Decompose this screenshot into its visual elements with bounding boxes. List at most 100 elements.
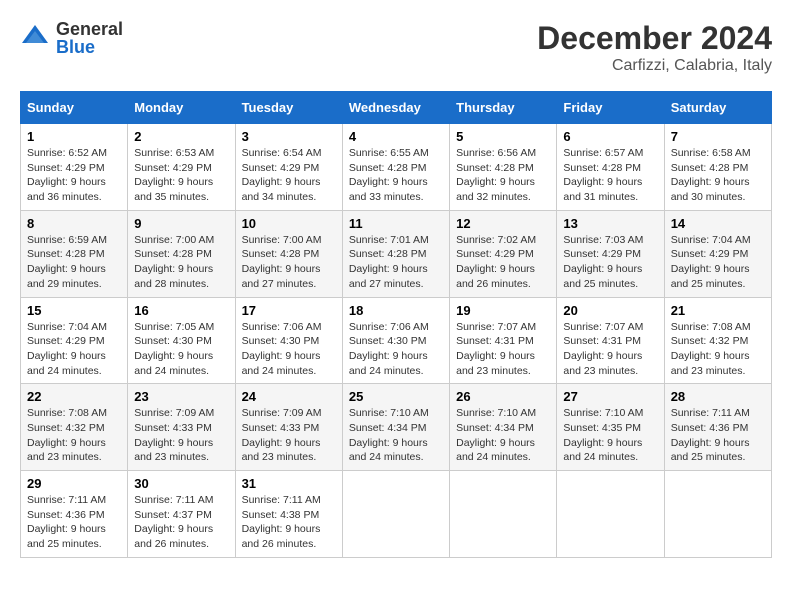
day-info: Sunrise: 7:04 AMSunset: 4:29 PMDaylight:… <box>27 321 107 377</box>
day-info: Sunrise: 7:08 AMSunset: 4:32 PMDaylight:… <box>27 407 107 463</box>
calendar-cell: 27 Sunrise: 7:10 AMSunset: 4:35 PMDaylig… <box>557 384 664 471</box>
calendar-cell: 18 Sunrise: 7:06 AMSunset: 4:30 PMDaylig… <box>342 297 449 384</box>
calendar-cell: 30 Sunrise: 7:11 AMSunset: 4:37 PMDaylig… <box>128 471 235 558</box>
calendar-cell: 2 Sunrise: 6:53 AMSunset: 4:29 PMDayligh… <box>128 124 235 211</box>
day-number: 22 <box>27 389 121 404</box>
calendar-header-row: SundayMondayTuesdayWednesdayThursdayFrid… <box>21 92 772 124</box>
weekday-header-wednesday: Wednesday <box>342 92 449 124</box>
day-number: 16 <box>134 303 228 318</box>
day-info: Sunrise: 6:54 AMSunset: 4:29 PMDaylight:… <box>242 147 322 203</box>
day-number: 13 <box>563 216 657 231</box>
day-number: 8 <box>27 216 121 231</box>
day-info: Sunrise: 7:11 AMSunset: 4:37 PMDaylight:… <box>134 494 213 550</box>
day-info: Sunrise: 6:53 AMSunset: 4:29 PMDaylight:… <box>134 147 214 203</box>
calendar-week-row: 29 Sunrise: 7:11 AMSunset: 4:36 PMDaylig… <box>21 471 772 558</box>
calendar-table: SundayMondayTuesdayWednesdayThursdayFrid… <box>20 91 772 558</box>
calendar-cell: 29 Sunrise: 7:11 AMSunset: 4:36 PMDaylig… <box>21 471 128 558</box>
calendar-cell <box>450 471 557 558</box>
calendar-cell: 8 Sunrise: 6:59 AMSunset: 4:28 PMDayligh… <box>21 210 128 297</box>
calendar-cell: 13 Sunrise: 7:03 AMSunset: 4:29 PMDaylig… <box>557 210 664 297</box>
calendar-cell: 3 Sunrise: 6:54 AMSunset: 4:29 PMDayligh… <box>235 124 342 211</box>
calendar-cell: 19 Sunrise: 7:07 AMSunset: 4:31 PMDaylig… <box>450 297 557 384</box>
header: General Blue December 2024 Carfizzi, Cal… <box>20 20 772 75</box>
calendar-cell: 1 Sunrise: 6:52 AMSunset: 4:29 PMDayligh… <box>21 124 128 211</box>
weekday-header-friday: Friday <box>557 92 664 124</box>
day-info: Sunrise: 7:11 AMSunset: 4:38 PMDaylight:… <box>242 494 321 550</box>
calendar-cell: 7 Sunrise: 6:58 AMSunset: 4:28 PMDayligh… <box>664 124 771 211</box>
day-info: Sunrise: 7:01 AMSunset: 4:28 PMDaylight:… <box>349 234 429 290</box>
calendar-cell: 12 Sunrise: 7:02 AMSunset: 4:29 PMDaylig… <box>450 210 557 297</box>
month-title: December 2024 <box>537 20 772 57</box>
calendar-cell <box>342 471 449 558</box>
day-info: Sunrise: 7:09 AMSunset: 4:33 PMDaylight:… <box>134 407 214 463</box>
calendar-cell: 6 Sunrise: 6:57 AMSunset: 4:28 PMDayligh… <box>557 124 664 211</box>
logo: General Blue <box>20 20 123 56</box>
day-info: Sunrise: 7:10 AMSunset: 4:34 PMDaylight:… <box>349 407 429 463</box>
location-subtitle: Carfizzi, Calabria, Italy <box>537 57 772 75</box>
day-number: 6 <box>563 129 657 144</box>
day-info: Sunrise: 6:59 AMSunset: 4:28 PMDaylight:… <box>27 234 107 290</box>
day-number: 29 <box>27 476 121 491</box>
day-number: 14 <box>671 216 765 231</box>
calendar-cell: 5 Sunrise: 6:56 AMSunset: 4:28 PMDayligh… <box>450 124 557 211</box>
calendar-cell: 9 Sunrise: 7:00 AMSunset: 4:28 PMDayligh… <box>128 210 235 297</box>
day-info: Sunrise: 6:52 AMSunset: 4:29 PMDaylight:… <box>27 147 107 203</box>
calendar-cell: 21 Sunrise: 7:08 AMSunset: 4:32 PMDaylig… <box>664 297 771 384</box>
calendar-cell: 10 Sunrise: 7:00 AMSunset: 4:28 PMDaylig… <box>235 210 342 297</box>
day-info: Sunrise: 7:04 AMSunset: 4:29 PMDaylight:… <box>671 234 751 290</box>
day-info: Sunrise: 6:57 AMSunset: 4:28 PMDaylight:… <box>563 147 643 203</box>
calendar-cell: 23 Sunrise: 7:09 AMSunset: 4:33 PMDaylig… <box>128 384 235 471</box>
day-number: 7 <box>671 129 765 144</box>
calendar-cell: 26 Sunrise: 7:10 AMSunset: 4:34 PMDaylig… <box>450 384 557 471</box>
calendar-cell: 17 Sunrise: 7:06 AMSunset: 4:30 PMDaylig… <box>235 297 342 384</box>
calendar-week-row: 15 Sunrise: 7:04 AMSunset: 4:29 PMDaylig… <box>21 297 772 384</box>
day-info: Sunrise: 6:58 AMSunset: 4:28 PMDaylight:… <box>671 147 751 203</box>
day-info: Sunrise: 7:10 AMSunset: 4:34 PMDaylight:… <box>456 407 536 463</box>
calendar-cell: 16 Sunrise: 7:05 AMSunset: 4:30 PMDaylig… <box>128 297 235 384</box>
day-info: Sunrise: 7:10 AMSunset: 4:35 PMDaylight:… <box>563 407 643 463</box>
logo-blue-label: Blue <box>56 38 123 56</box>
calendar-cell: 22 Sunrise: 7:08 AMSunset: 4:32 PMDaylig… <box>21 384 128 471</box>
day-number: 27 <box>563 389 657 404</box>
calendar-cell: 14 Sunrise: 7:04 AMSunset: 4:29 PMDaylig… <box>664 210 771 297</box>
day-number: 4 <box>349 129 443 144</box>
day-number: 9 <box>134 216 228 231</box>
day-number: 12 <box>456 216 550 231</box>
logo-text: General Blue <box>56 20 123 56</box>
calendar-cell: 11 Sunrise: 7:01 AMSunset: 4:28 PMDaylig… <box>342 210 449 297</box>
day-number: 15 <box>27 303 121 318</box>
weekday-header-saturday: Saturday <box>664 92 771 124</box>
day-number: 18 <box>349 303 443 318</box>
day-info: Sunrise: 7:11 AMSunset: 4:36 PMDaylight:… <box>27 494 106 550</box>
day-number: 17 <box>242 303 336 318</box>
day-number: 23 <box>134 389 228 404</box>
calendar-week-row: 1 Sunrise: 6:52 AMSunset: 4:29 PMDayligh… <box>21 124 772 211</box>
day-number: 28 <box>671 389 765 404</box>
logo-icon <box>20 23 50 53</box>
day-number: 1 <box>27 129 121 144</box>
calendar-cell: 31 Sunrise: 7:11 AMSunset: 4:38 PMDaylig… <box>235 471 342 558</box>
day-info: Sunrise: 7:08 AMSunset: 4:32 PMDaylight:… <box>671 321 751 377</box>
day-info: Sunrise: 7:06 AMSunset: 4:30 PMDaylight:… <box>242 321 322 377</box>
title-area: December 2024 Carfizzi, Calabria, Italy <box>537 20 772 75</box>
day-number: 10 <box>242 216 336 231</box>
day-info: Sunrise: 7:03 AMSunset: 4:29 PMDaylight:… <box>563 234 643 290</box>
weekday-header-sunday: Sunday <box>21 92 128 124</box>
calendar-cell: 20 Sunrise: 7:07 AMSunset: 4:31 PMDaylig… <box>557 297 664 384</box>
day-number: 5 <box>456 129 550 144</box>
day-number: 25 <box>349 389 443 404</box>
day-number: 30 <box>134 476 228 491</box>
day-number: 19 <box>456 303 550 318</box>
calendar-week-row: 22 Sunrise: 7:08 AMSunset: 4:32 PMDaylig… <box>21 384 772 471</box>
day-info: Sunrise: 7:02 AMSunset: 4:29 PMDaylight:… <box>456 234 536 290</box>
day-number: 2 <box>134 129 228 144</box>
day-number: 20 <box>563 303 657 318</box>
weekday-header-monday: Monday <box>128 92 235 124</box>
calendar-cell: 4 Sunrise: 6:55 AMSunset: 4:28 PMDayligh… <box>342 124 449 211</box>
calendar-cell: 15 Sunrise: 7:04 AMSunset: 4:29 PMDaylig… <box>21 297 128 384</box>
day-info: Sunrise: 7:09 AMSunset: 4:33 PMDaylight:… <box>242 407 322 463</box>
calendar-week-row: 8 Sunrise: 6:59 AMSunset: 4:28 PMDayligh… <box>21 210 772 297</box>
day-number: 24 <box>242 389 336 404</box>
day-number: 26 <box>456 389 550 404</box>
calendar-cell: 24 Sunrise: 7:09 AMSunset: 4:33 PMDaylig… <box>235 384 342 471</box>
